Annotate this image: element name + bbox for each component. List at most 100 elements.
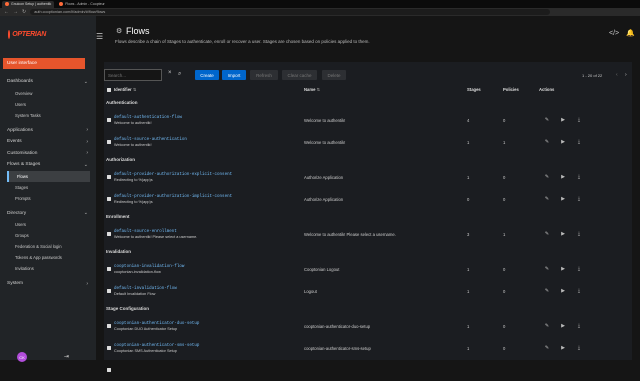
column-name[interactable]: Name ⇅ [304,83,467,96]
sidebar-item-stages[interactable]: Stages [0,182,96,193]
forward-icon[interactable]: → [13,9,18,15]
edit-icon[interactable]: ✎ [539,323,555,329]
row-checkbox[interactable] [107,232,111,236]
delete-button[interactable]: Delete [322,70,346,80]
reload-icon[interactable]: ↻ [22,9,26,15]
sidebar-item-flows[interactable]: Flows [7,170,90,182]
row-checkbox[interactable] [107,346,111,350]
previous-page-icon[interactable]: ‹ [616,72,618,78]
export-icon[interactable]: ⤓ [571,288,587,294]
execute-icon[interactable]: ▶ [555,117,571,123]
edit-icon[interactable]: ✎ [539,288,555,294]
sidebar-item-dir-users[interactable]: Users [0,219,96,230]
sidebar-item-customisation[interactable]: Customisation › [0,148,96,160]
code-icon[interactable]: </> [609,30,619,37]
group-label: Authentication [106,100,138,105]
row-checkbox[interactable] [107,175,111,179]
row-checkbox[interactable] [107,140,111,144]
notification-bell-icon[interactable]: 🔔 [626,29,635,37]
edit-icon[interactable]: ✎ [539,196,555,202]
user-interface-button[interactable]: User interface [3,58,85,69]
execute-icon[interactable]: ▶ [555,174,571,180]
execute-icon[interactable]: ▶ [555,139,571,145]
flow-slug-link[interactable]: cooptonian-authenticator-duo-setup [114,322,304,326]
export-icon[interactable]: ⤓ [571,345,587,351]
logout-icon[interactable]: ⇥ [64,353,69,360]
avatar[interactable]: CK [17,352,27,362]
edit-icon[interactable]: ✎ [539,174,555,180]
sidebar-item-invitations[interactable]: Invitations [0,263,96,274]
flow-slug-link[interactable]: cooptonian-invalidation-flow [114,265,304,269]
search-input[interactable] [104,69,162,81]
clear-cache-button[interactable]: Clear cache [282,70,317,80]
hamburger-menu-icon[interactable]: ☰ [96,32,103,41]
edit-icon[interactable]: ✎ [539,117,555,123]
export-icon[interactable]: ⤓ [571,117,587,123]
stages-cell: 1 [467,345,470,351]
export-icon[interactable]: ⤓ [571,266,587,272]
execute-icon[interactable]: ▶ [555,288,571,294]
row-checkbox[interactable] [107,267,111,271]
row-checkbox[interactable] [107,324,111,328]
execute-icon[interactable]: ▶ [555,196,571,202]
search-icon[interactable]: ⌕ [178,71,181,78]
name-cell: Welcome to authentik! [304,117,346,123]
sidebar-item-overview[interactable]: Overview [0,88,96,99]
row-select-cell [104,258,114,280]
edit-icon[interactable]: ✎ [539,345,555,351]
select-all-checkbox[interactable] [107,87,111,92]
group-label: Stage Configuration [106,306,149,311]
refresh-button[interactable]: Refresh [250,70,278,80]
flow-slug-link[interactable]: cooptonian-authenticator-sms-setup [114,344,304,348]
execute-icon[interactable]: ▶ [555,231,571,237]
identifier-cell: cooptonian-authenticator-sms-setup Coopto… [114,337,304,359]
flow-slug-link[interactable]: default-source-enrollment [114,230,304,234]
flow-slug-link[interactable]: default-provider-authorization-implicit-… [114,195,304,199]
next-page-icon[interactable]: › [625,72,627,78]
clear-search-icon[interactable]: × [168,70,172,76]
sidebar-item-system[interactable]: System › [0,278,96,290]
sidebar-item-flows-stages[interactable]: Flows & Stages ⌄ [0,159,96,171]
sidebar-item-users[interactable]: Users [0,99,96,110]
actions-cell: ✎ ▶ ⤓ [539,188,632,210]
sidebar-item-events[interactable]: Events › [0,136,96,148]
stages-cell: 0 [467,196,470,202]
flow-slug-link[interactable]: default-provider-authorization-explicit-… [114,173,304,177]
row-checkbox[interactable] [107,118,111,122]
export-icon[interactable]: ⤓ [571,323,587,329]
sidebar-item-dashboards[interactable]: Dashboards ⌄ [0,76,96,88]
back-icon[interactable]: ← [4,9,9,15]
export-icon[interactable]: ⤓ [571,196,587,202]
row-checkbox[interactable] [107,368,111,372]
sidebar-item-system-tasks[interactable]: System Tasks [0,110,96,121]
sidebar-item-groups[interactable]: Groups [0,230,96,241]
create-button[interactable]: Create [195,70,219,80]
flow-slug-link[interactable]: default-authentication-flow [114,116,304,120]
column-identifier[interactable]: Identifier ⇅ [114,83,304,96]
execute-icon[interactable]: ▶ [555,266,571,272]
export-icon[interactable]: ⤓ [571,174,587,180]
edit-icon[interactable]: ✎ [539,139,555,145]
sidebar-item-prompts[interactable]: Prompts [0,193,96,204]
browser-tab-1[interactable]: Gnuicon Setup | authentik [2,0,55,8]
sidebar-item-tokens[interactable]: Tokens & App passwords [0,252,96,263]
execute-icon[interactable]: ▶ [555,345,571,351]
row-checkbox[interactable] [107,197,111,201]
edit-icon[interactable]: ✎ [539,266,555,272]
sidebar-item-applications[interactable]: Applications › [0,125,96,137]
url-field[interactable]: auth.cooptionian.com/if/admin/#/flow/flo… [30,9,551,15]
sidebar-item-directory[interactable]: Directory ⌄ [0,208,96,220]
row-checkbox[interactable] [107,289,111,293]
flow-slug-link[interactable]: default-source-authentication [114,138,304,142]
export-icon[interactable]: ⤓ [571,231,587,237]
row-select-cell [104,315,114,337]
flow-title: Redirecting to %(app)s [114,177,153,182]
edit-icon[interactable]: ✎ [539,231,555,237]
flow-slug-link[interactable]: default-invalidation-flow [114,287,304,291]
identifier-cell: cooptonian-invalidation-flow cooptonian-i… [114,258,304,280]
import-button[interactable]: Import [222,70,246,80]
sidebar-item-federation[interactable]: Federation & Social login [0,241,96,252]
export-icon[interactable]: ⤓ [571,139,587,145]
browser-tab-2[interactable]: Flows - Admin - Coopteur [56,1,108,8]
execute-icon[interactable]: ▶ [555,323,571,329]
